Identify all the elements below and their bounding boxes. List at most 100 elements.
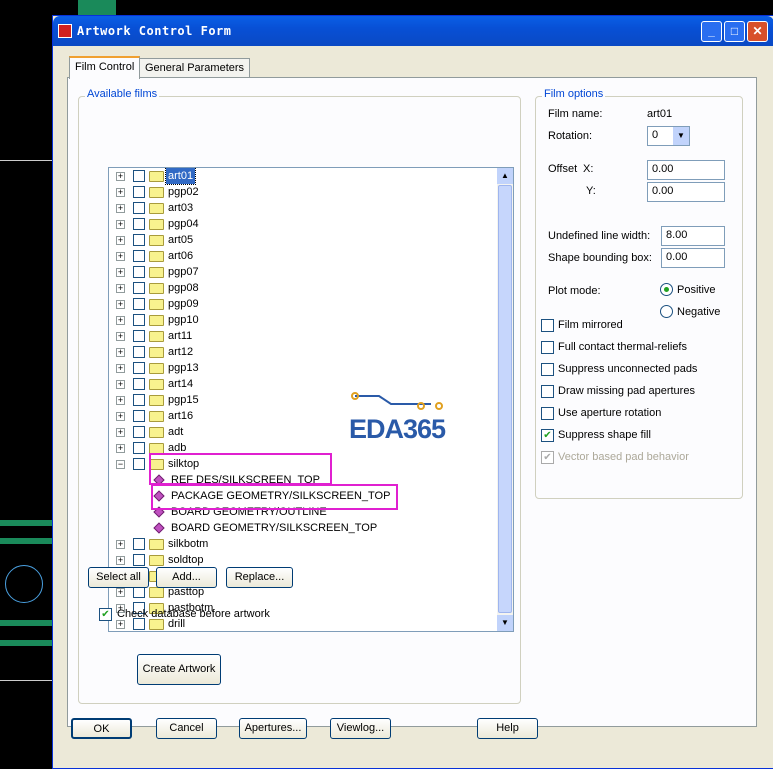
film-checkbox[interactable] (133, 330, 145, 342)
undefined-line-width-input[interactable]: 8.00 (661, 226, 725, 246)
film-item[interactable]: + pgp04 (109, 216, 489, 232)
film-checkbox[interactable] (133, 538, 145, 550)
help-button[interactable]: Help (477, 718, 538, 739)
option-checkbox[interactable] (541, 363, 554, 376)
title-bar[interactable]: Artwork Control Form _ □ ✕ (53, 16, 773, 46)
film-item[interactable]: + art01 (109, 168, 489, 185)
maximize-button[interactable]: □ (724, 21, 745, 42)
close-button[interactable]: ✕ (747, 21, 768, 42)
option-checkbox[interactable] (541, 319, 554, 332)
film-checkbox[interactable] (133, 394, 145, 406)
folder-icon (149, 171, 164, 182)
expand-icon[interactable]: + (116, 220, 125, 229)
film-item[interactable]: + pgp08 (109, 280, 489, 296)
expand-icon[interactable]: + (116, 396, 125, 405)
select-all-button[interactable]: Select all (88, 567, 149, 588)
film-item[interactable]: + pgp13 (109, 360, 489, 376)
film-item[interactable]: + art03 (109, 200, 489, 216)
film-checkbox[interactable] (133, 282, 145, 294)
minimize-button[interactable]: _ (701, 21, 722, 42)
shape-bounding-box-input[interactable]: 0.00 (661, 248, 725, 268)
film-item[interactable]: + pgp07 (109, 264, 489, 280)
expand-icon[interactable]: + (116, 444, 125, 453)
add-button[interactable]: Add... (156, 567, 217, 588)
tab-film-control[interactable]: Film Control (69, 56, 141, 79)
expand-icon[interactable]: + (116, 556, 125, 565)
expand-icon[interactable]: + (116, 348, 125, 357)
expand-icon[interactable]: + (116, 172, 125, 181)
film-item[interactable]: + pgp10 (109, 312, 489, 328)
expand-icon[interactable]: + (116, 284, 125, 293)
film-checkbox[interactable] (133, 186, 145, 198)
check-database-checkbox[interactable]: ✔ (99, 608, 112, 621)
film-checkbox[interactable] (133, 202, 145, 214)
expand-icon[interactable]: + (116, 268, 125, 277)
option-checkbox[interactable] (541, 407, 554, 420)
tab-general-parameters[interactable]: General Parameters (139, 58, 251, 78)
viewlog-button[interactable]: Viewlog... (330, 718, 391, 739)
film-checkbox[interactable] (133, 426, 145, 438)
film-item[interactable]: + art14 (109, 376, 489, 392)
expand-icon[interactable]: + (116, 412, 125, 421)
replace-button[interactable]: Replace... (226, 567, 293, 588)
film-item[interactable]: + art05 (109, 232, 489, 248)
create-artwork-button[interactable]: Create Artwork (137, 654, 221, 685)
option-checkbox[interactable]: ✔ (541, 429, 554, 442)
film-checkbox[interactable] (133, 170, 145, 182)
film-item[interactable]: + art06 (109, 248, 489, 264)
expand-icon[interactable]: + (116, 188, 125, 197)
negative-radio[interactable] (660, 305, 673, 318)
film-checkbox[interactable] (133, 298, 145, 310)
film-item[interactable]: + soldtop (109, 552, 489, 568)
expand-icon[interactable]: + (116, 588, 125, 597)
film-name: pgp13 (168, 362, 199, 374)
film-checkbox[interactable] (133, 218, 145, 230)
film-checkbox[interactable] (133, 314, 145, 326)
expand-icon[interactable]: + (116, 620, 125, 629)
offset-y-input[interactable]: 0.00 (647, 182, 725, 202)
expand-icon[interactable]: + (116, 236, 125, 245)
film-item[interactable]: + art12 (109, 344, 489, 360)
film-checkbox[interactable] (133, 250, 145, 262)
film-layer-item[interactable]: BOARD GEOMETRY/SILKSCREEN_TOP (109, 520, 489, 536)
expand-icon[interactable]: + (116, 316, 125, 325)
chevron-down-icon[interactable]: ▼ (673, 127, 689, 145)
film-checkbox[interactable] (133, 554, 145, 566)
expand-icon[interactable]: + (116, 332, 125, 341)
ok-button[interactable]: OK (71, 718, 132, 739)
expand-icon[interactable]: + (116, 364, 125, 373)
film-checkbox[interactable] (133, 362, 145, 374)
film-checkbox[interactable] (133, 346, 145, 358)
option-checkbox[interactable] (541, 385, 554, 398)
collapse-icon[interactable]: − (116, 460, 125, 469)
apertures-button[interactable]: Apertures... (239, 718, 307, 739)
film-checkbox[interactable] (133, 234, 145, 246)
expand-icon[interactable]: + (116, 540, 125, 549)
cancel-button[interactable]: Cancel (156, 718, 217, 739)
rotation-select[interactable]: 0 ▼ (647, 126, 690, 146)
film-item[interactable]: + pgp09 (109, 296, 489, 312)
film-checkbox[interactable] (133, 410, 145, 422)
scroll-up-icon[interactable]: ▲ (497, 168, 513, 184)
expand-icon[interactable]: + (116, 380, 125, 389)
positive-radio[interactable] (660, 283, 673, 296)
scroll-down-icon[interactable]: ▼ (497, 615, 513, 631)
tree-scrollbar[interactable]: ▲ ▼ (497, 168, 513, 631)
films-tree[interactable]: + art01 + pgp02 + art03 + pgp04 + art05 … (108, 167, 514, 632)
expand-icon[interactable]: + (116, 252, 125, 261)
expand-icon[interactable]: + (116, 428, 125, 437)
expand-icon[interactable]: + (116, 204, 125, 213)
scroll-thumb[interactable] (498, 185, 512, 613)
negative-label: Negative (677, 306, 721, 318)
film-item[interactable]: + silkbotm (109, 536, 489, 552)
film-checkbox[interactable] (133, 442, 145, 454)
film-checkbox[interactable] (133, 266, 145, 278)
offset-x-input[interactable]: 0.00 (647, 160, 725, 180)
option-checkbox[interactable]: ✔ (541, 451, 554, 464)
option-checkbox[interactable] (541, 341, 554, 354)
film-item[interactable]: + pgp02 (109, 184, 489, 200)
expand-icon[interactable]: + (116, 300, 125, 309)
film-item[interactable]: + art11 (109, 328, 489, 344)
film-checkbox[interactable] (133, 378, 145, 390)
film-checkbox[interactable] (133, 458, 145, 470)
